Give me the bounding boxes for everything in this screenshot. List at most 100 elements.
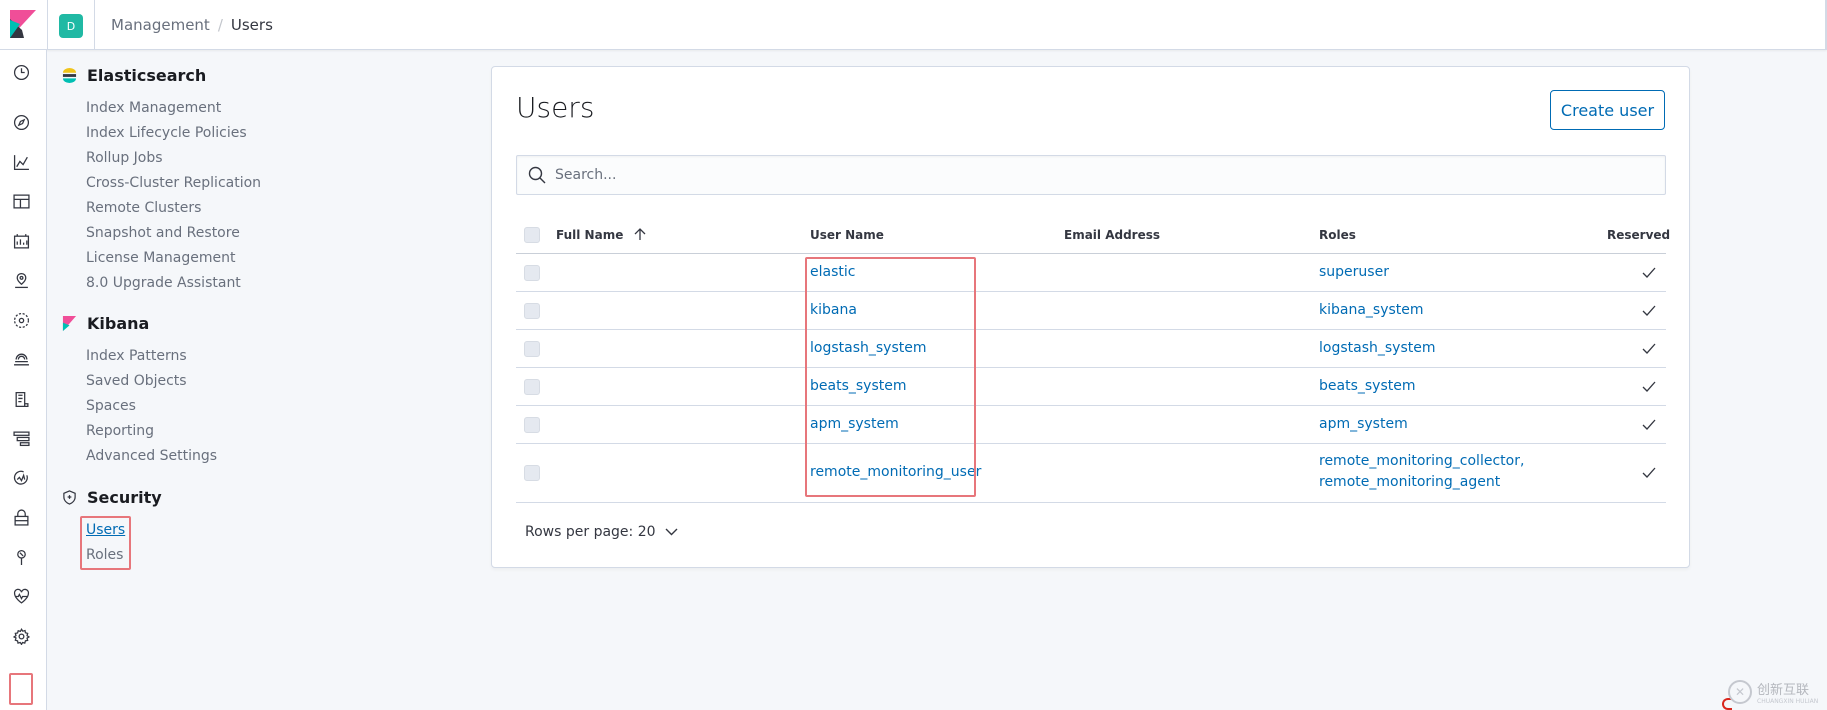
column-email-address[interactable]: Email Address <box>1064 228 1160 242</box>
section-security: Security <box>62 488 162 507</box>
section-elasticsearch: Elasticsearch <box>62 66 206 85</box>
check-icon <box>1642 381 1656 392</box>
canvas-icon[interactable] <box>11 231 31 251</box>
table-row: logstash_system logstash_system <box>516 330 1666 368</box>
nav-index-management[interactable]: Index Management <box>86 100 221 116</box>
check-icon <box>1642 267 1656 278</box>
elasticsearch-icon <box>62 68 77 83</box>
table-row: apm_system apm_system <box>516 406 1666 444</box>
select-all-checkbox[interactable] <box>524 227 540 243</box>
nav-reporting[interactable]: Reporting <box>86 423 154 439</box>
table-row: remote_monitoring_user remote_monitoring… <box>516 444 1666 503</box>
users-nav-highlight-box <box>80 516 131 570</box>
search-icon <box>528 166 546 184</box>
role-link[interactable]: beats_system <box>1319 378 1415 394</box>
monitoring-icon[interactable] <box>11 586 31 606</box>
table-header: Full Name User Name Email Address Roles … <box>516 217 1670 254</box>
management-icon[interactable] <box>11 626 31 646</box>
management-highlight-box <box>9 673 33 705</box>
breadcrumb: Management / Users <box>111 16 273 34</box>
column-roles[interactable]: Roles <box>1319 228 1356 242</box>
row-checkbox[interactable] <box>524 303 540 319</box>
nav-index-lifecycle-policies[interactable]: Index Lifecycle Policies <box>86 125 247 141</box>
row-checkbox[interactable] <box>524 465 540 481</box>
role-link[interactable]: remote_monitoring_agent <box>1319 474 1500 490</box>
maps-icon[interactable] <box>11 270 31 290</box>
role-link[interactable]: remote_monitoring_collector, <box>1319 453 1524 469</box>
section-kibana: Kibana <box>62 314 149 333</box>
breadcrumb-management[interactable]: Management <box>111 16 210 34</box>
nav-rail <box>0 50 47 710</box>
role-link[interactable]: apm_system <box>1319 416 1408 432</box>
create-user-button[interactable]: Create user <box>1550 90 1665 130</box>
section-title: Elasticsearch <box>87 66 207 85</box>
logs-icon[interactable] <box>11 389 31 409</box>
header-divider <box>94 0 95 50</box>
role-link[interactable]: superuser <box>1319 264 1389 280</box>
column-label: Full Name <box>556 228 624 242</box>
column-reserved[interactable]: Reserved <box>1607 228 1670 242</box>
user-name-link[interactable]: elastic <box>810 264 855 280</box>
breadcrumb-users: Users <box>230 16 273 34</box>
watermark-text: 创新互联 <box>1757 683 1810 698</box>
nav-upgrade-assistant[interactable]: 8.0 Upgrade Assistant <box>86 275 241 291</box>
shield-icon <box>63 490 76 505</box>
user-name-link[interactable]: remote_monitoring_user <box>810 464 981 480</box>
section-title: Security <box>87 488 162 507</box>
table-row: elastic superuser <box>516 254 1666 292</box>
check-icon <box>1642 467 1656 478</box>
watermark-subtext: CHUANGXIN HULIAN <box>1757 698 1819 705</box>
compass-icon[interactable] <box>11 112 31 132</box>
check-icon <box>1642 305 1656 316</box>
search-box <box>516 155 1666 195</box>
role-link[interactable]: kibana_system <box>1319 302 1424 318</box>
nav-saved-objects[interactable]: Saved Objects <box>86 373 187 389</box>
section-title: Kibana <box>87 314 150 333</box>
users-panel: Users Create user Full Name User Name Em… <box>491 66 1690 568</box>
nav-spaces[interactable]: Spaces <box>86 398 136 414</box>
check-icon <box>1642 419 1656 430</box>
watermark-logo-icon: ✕ <box>1728 680 1752 704</box>
space-avatar[interactable]: D <box>59 14 83 38</box>
rows-per-page-button[interactable]: Rows per page: 20 <box>525 524 678 540</box>
nav-cross-cluster-replication[interactable]: Cross-Cluster Replication <box>86 175 261 191</box>
row-checkbox[interactable] <box>524 417 540 433</box>
nav-rollup-jobs[interactable]: Rollup Jobs <box>86 150 163 166</box>
user-name-link[interactable]: logstash_system <box>810 340 926 356</box>
visualize-icon[interactable] <box>11 152 31 172</box>
row-checkbox[interactable] <box>524 341 540 357</box>
table-row: beats_system beats_system <box>516 368 1666 406</box>
watermark: ✕ 创新互联 CHUANGXIN HULIAN <box>1728 674 1827 710</box>
dashboard-icon[interactable] <box>11 191 31 211</box>
column-full-name[interactable]: Full Name <box>556 228 647 242</box>
nav-license-management[interactable]: License Management <box>86 250 235 266</box>
nav-snapshot-and-restore[interactable]: Snapshot and Restore <box>86 225 240 241</box>
breadcrumb-separator: / <box>217 16 223 34</box>
page-title: Users <box>516 91 595 124</box>
nav-remote-clusters[interactable]: Remote Clusters <box>86 200 201 216</box>
column-user-name[interactable]: User Name <box>810 228 884 242</box>
dev-tools-icon[interactable] <box>11 547 31 567</box>
clock-icon[interactable] <box>11 62 31 82</box>
user-name-link[interactable]: apm_system <box>810 416 899 432</box>
uptime-icon[interactable] <box>11 468 31 488</box>
kibana-logo[interactable] <box>10 10 36 38</box>
siem-icon[interactable] <box>11 507 31 527</box>
header-divider <box>47 0 48 50</box>
row-checkbox[interactable] <box>524 265 540 281</box>
search-input[interactable] <box>555 164 1655 186</box>
infrastructure-icon[interactable] <box>11 349 31 369</box>
user-name-link[interactable]: beats_system <box>810 378 906 394</box>
role-link[interactable]: logstash_system <box>1319 340 1435 356</box>
row-checkbox[interactable] <box>524 379 540 395</box>
nav-index-patterns[interactable]: Index Patterns <box>86 348 187 364</box>
table-row: kibana kibana_system <box>516 292 1666 330</box>
user-name-link[interactable]: kibana <box>810 302 857 318</box>
kibana-icon <box>62 316 77 331</box>
apm-icon[interactable] <box>11 428 31 448</box>
ml-icon[interactable] <box>11 310 31 330</box>
chevron-down-icon <box>665 528 678 536</box>
rows-per-page-label: Rows per page: 20 <box>525 524 656 540</box>
nav-advanced-settings[interactable]: Advanced Settings <box>86 448 217 464</box>
sort-ascending-icon <box>634 228 645 240</box>
